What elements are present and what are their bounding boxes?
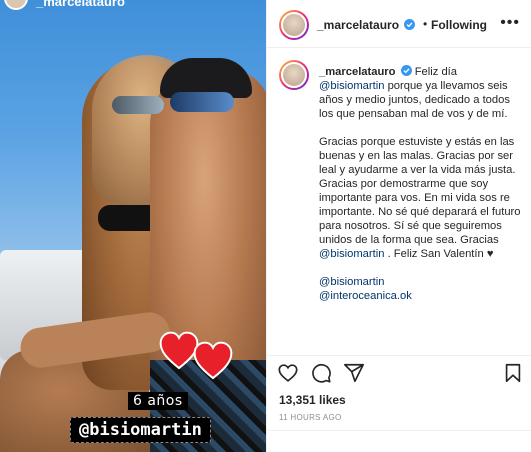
like-count[interactable]: 13,351 likes xyxy=(279,393,346,407)
caption-mention[interactable]: @bisiomartin xyxy=(319,248,384,260)
caption-paragraph-2: Gracias porque estuviste y estás en las … xyxy=(319,135,524,261)
heart-sticker-icon xyxy=(193,341,233,380)
photo-top-avatar xyxy=(4,0,28,10)
caption-avatar[interactable] xyxy=(279,60,309,90)
caption-text-2b: . Feliz San Valentín ♥ xyxy=(387,248,494,260)
comment-bar xyxy=(267,430,531,452)
bookmark-icon[interactable] xyxy=(502,362,524,384)
caption-paragraph-1: _marcelatauro Feliz día @bisiomartin por… xyxy=(319,65,524,121)
author-username-text[interactable]: _marcelatauro xyxy=(317,18,399,32)
hearts-sticker xyxy=(158,330,248,400)
years-sticker: 6 años xyxy=(128,392,188,410)
post-header: _marcelatauro • Following ••• xyxy=(267,0,531,48)
more-options-icon[interactable]: ••• xyxy=(500,14,520,32)
caption-mention[interactable]: @bisiomartin xyxy=(319,80,384,92)
caption-username[interactable]: _marcelatauro xyxy=(319,66,396,78)
caption-text-2a: Gracias porque estuviste y estás en las … xyxy=(319,136,521,246)
heart-icon[interactable] xyxy=(277,362,299,384)
post-timestamp[interactable]: 11 HOURS AGO xyxy=(279,413,342,422)
photo-sunglasses-man xyxy=(170,92,234,112)
comment-icon[interactable] xyxy=(310,362,332,384)
share-icon[interactable] xyxy=(343,362,365,384)
verified-badge-icon xyxy=(400,65,412,76)
caption-text: _marcelatauro Feliz día @bisiomartin por… xyxy=(319,65,524,303)
post-side-panel: _marcelatauro • Following ••• _marcelata… xyxy=(266,0,531,452)
action-bar xyxy=(267,355,531,385)
caption-text-1a: Feliz día xyxy=(414,66,457,78)
header-separator: • xyxy=(423,17,428,31)
post-photo[interactable]: _marcelatauro 6 años @bisiomartin xyxy=(0,0,266,452)
photo-sunglasses-woman xyxy=(112,96,164,114)
photo-top-strip: _marcelatauro xyxy=(0,0,266,12)
caption-area: _marcelatauro Feliz día @bisiomartin por… xyxy=(267,48,531,348)
photo-top-username: _marcelatauro xyxy=(36,0,125,9)
handle-sticker[interactable]: @bisiomartin xyxy=(70,417,211,443)
caption-link-bisiomartin[interactable]: @bisiomartin xyxy=(319,275,524,289)
caption-links: @bisiomartin @interoceanica.ok xyxy=(319,275,524,303)
following-button[interactable]: Following xyxy=(431,18,487,32)
author-username[interactable]: _marcelatauro xyxy=(317,18,416,32)
author-avatar[interactable] xyxy=(279,10,309,40)
verified-badge-icon xyxy=(404,19,416,30)
caption-link-interoceanica[interactable]: @interoceanica.ok xyxy=(319,289,524,303)
